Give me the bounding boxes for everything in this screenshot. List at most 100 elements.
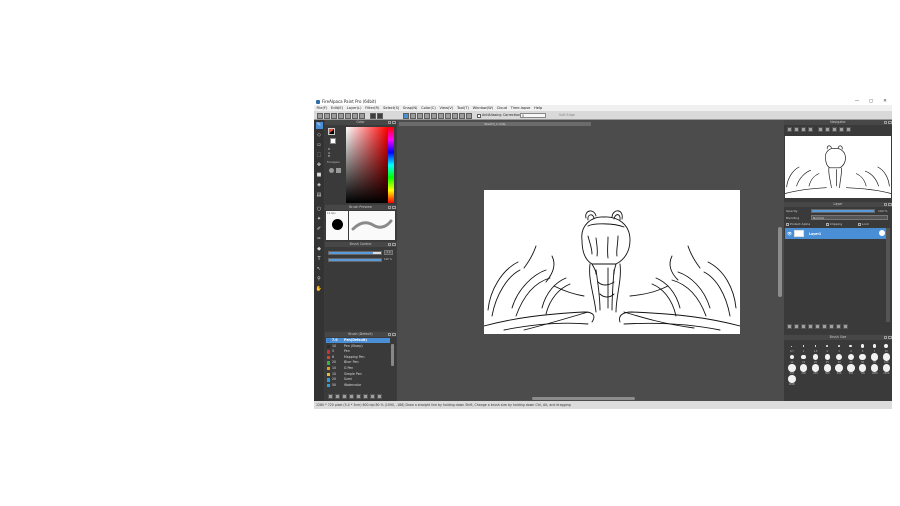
panel-close-icon[interactable] [392, 205, 396, 210]
brush-item[interactable]: 50 Watercolor [326, 383, 390, 388]
new-1bit-layer-icon[interactable] [801, 324, 806, 329]
canvas-horizontal-scrollbar[interactable] [532, 397, 635, 400]
panel-close-icon[interactable] [392, 332, 396, 337]
brush-size-option[interactable] [849, 344, 853, 348]
move-layer-icon[interactable] [829, 324, 834, 329]
brush-export-icon[interactable] [363, 394, 368, 399]
brush-size-option[interactable] [837, 344, 841, 348]
brush-size-option[interactable] [870, 364, 879, 372]
cloud-icon[interactable] [331, 112, 337, 119]
snap-curve-icon[interactable] [445, 112, 451, 119]
redo-icon[interactable] [377, 112, 383, 119]
add-brush-icon[interactable] [328, 394, 333, 399]
correction-input[interactable]: 0 [520, 113, 546, 118]
brush-item[interactable]: 10 Pen (Sharp) [326, 344, 390, 349]
brush-size-option[interactable] [884, 343, 889, 348]
brush-item[interactable]: 5 Pen [326, 349, 390, 354]
undo-icon[interactable] [370, 112, 376, 119]
snap-settings-icon[interactable] [466, 112, 472, 119]
magic-wand-tool-icon[interactable]: ✦ [316, 216, 323, 223]
duplicate-brush-icon[interactable] [335, 394, 340, 399]
save-as-icon[interactable] [345, 112, 351, 119]
navigator-thumbnail[interactable] [785, 136, 891, 198]
rotate-reset-icon[interactable] [825, 127, 830, 132]
export-icon[interactable] [352, 112, 358, 119]
brush-size-option[interactable] [826, 344, 829, 348]
panel-close-icon[interactable] [888, 335, 892, 340]
lasso-tool-icon[interactable]: ○ [316, 206, 323, 213]
rect-tool-icon[interactable]: ■ [316, 172, 323, 179]
delete-brush-icon[interactable] [377, 394, 382, 399]
brush-size-option[interactable] [788, 364, 796, 372]
brush-size-option[interactable] [823, 364, 832, 372]
layer-settings-icon[interactable] [879, 230, 885, 236]
brush-opacity-slider[interactable] [328, 258, 382, 262]
brush-size-value[interactable]: 1.0 [384, 250, 393, 255]
eyedropper-tool-icon[interactable]: ⚲ [316, 276, 323, 283]
snap-grid-icon[interactable] [438, 112, 444, 119]
merge-layer-icon[interactable] [822, 324, 827, 329]
brush-settings-icon[interactable] [342, 394, 347, 399]
brush-reset-icon[interactable] [370, 394, 375, 399]
brush-size-option[interactable] [789, 354, 795, 360]
snap-cross-icon[interactable] [417, 112, 423, 119]
panel-close-icon[interactable] [392, 242, 396, 247]
brush-size-option[interactable] [824, 354, 831, 360]
new-8bit-layer-icon[interactable] [794, 324, 799, 329]
layer-opacity-slider[interactable] [811, 209, 875, 213]
new-layer-icon[interactable] [787, 324, 792, 329]
brush-size-option[interactable] [859, 353, 867, 361]
open-file-icon[interactable] [324, 112, 330, 119]
bucket-fill-tool-icon[interactable]: ◆ [316, 246, 323, 253]
drawing-canvas[interactable] [484, 190, 740, 334]
snap-parallel-icon[interactable] [410, 112, 416, 119]
document-tab[interactable]: Sketch_1.mdp [399, 122, 591, 126]
select-pen-tool-icon[interactable]: ✐ [316, 226, 323, 233]
panel-float-icon[interactable] [883, 335, 887, 340]
brush-item[interactable]: 7.0 Pen(Default) [326, 338, 390, 344]
brush-folder-icon[interactable] [356, 394, 361, 399]
panel-close-icon[interactable] [888, 120, 892, 125]
brush-move-icon[interactable] [349, 394, 354, 399]
brush-size-option[interactable] [847, 353, 855, 361]
close-button[interactable]: ✕ [878, 98, 892, 105]
color-wheel-icon[interactable] [329, 168, 334, 173]
brush-size-option[interactable] [811, 364, 820, 372]
panel-float-icon[interactable] [387, 242, 391, 247]
saturation-value-square[interactable] [346, 127, 388, 203]
save-icon[interactable] [338, 112, 344, 119]
antialiasing-checkbox[interactable] [477, 113, 481, 118]
primary-color-swatch[interactable] [328, 128, 335, 135]
brush-size-option[interactable] [801, 354, 807, 360]
zoom-out-icon[interactable] [794, 127, 799, 132]
clear-layer-icon[interactable] [836, 324, 841, 329]
brush-size-option[interactable] [788, 375, 796, 383]
move-tool-icon[interactable]: ✥ [316, 162, 323, 169]
brush-size-option[interactable] [799, 364, 808, 372]
snap-vanish-icon[interactable] [424, 112, 430, 119]
lock-checkbox[interactable] [858, 222, 861, 226]
brush-item[interactable]: 20 Blurr Pen [326, 360, 390, 365]
color-picker-icon[interactable] [336, 168, 341, 173]
layer-visibility-eye-icon[interactable]: 👁 [787, 231, 792, 236]
layer-list-scrollbar[interactable] [886, 228, 890, 322]
panel-close-icon[interactable] [392, 120, 396, 125]
rotate-left-icon[interactable] [818, 127, 823, 132]
brush-size-option[interactable] [803, 345, 805, 347]
blending-select[interactable]: Normal [811, 215, 888, 220]
canvas-vertical-scrollbar[interactable] [778, 227, 782, 297]
zoom-actual-icon[interactable] [808, 127, 813, 132]
brush-size-option[interactable] [861, 344, 865, 348]
zoom-in-icon[interactable] [787, 127, 792, 132]
duplicate-layer-icon[interactable] [808, 324, 813, 329]
flip-vertical-icon[interactable] [846, 127, 851, 132]
rotate-right-icon[interactable] [832, 127, 837, 132]
brush-list-scrollbar[interactable] [391, 344, 394, 366]
minimize-button[interactable]: — [850, 98, 864, 105]
hue-slider[interactable] [388, 127, 394, 203]
select-tool-icon[interactable]: ⬚ [316, 152, 323, 159]
brush-size-option[interactable] [835, 364, 843, 372]
protect-alpha-checkbox[interactable] [786, 222, 789, 226]
secondary-color-swatch[interactable] [330, 138, 336, 144]
panel-float-icon[interactable] [387, 120, 391, 125]
